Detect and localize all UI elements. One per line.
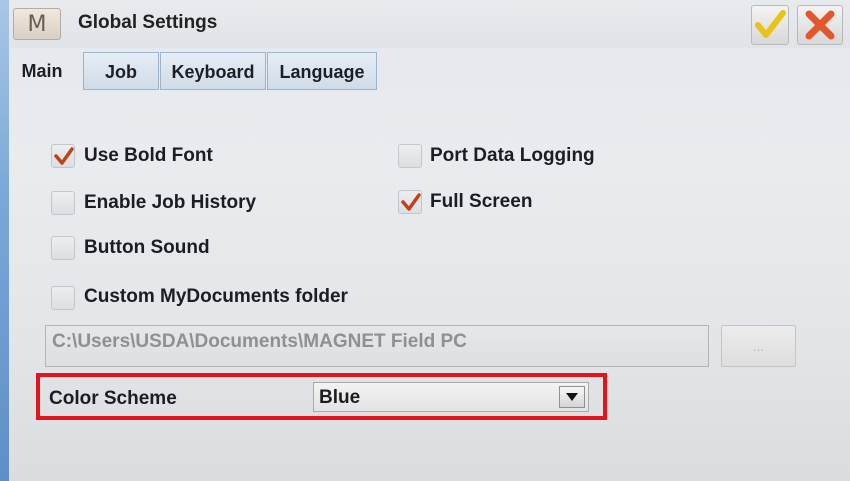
chevron-down-icon bbox=[566, 393, 578, 401]
enable-job-history-checkbox[interactable] bbox=[51, 191, 75, 215]
documents-path-field[interactable]: C:\Users\USDA\Documents\MAGNET Field PC bbox=[45, 325, 709, 367]
port-data-logging-label: Port Data Logging bbox=[430, 145, 595, 166]
custom-mydocuments-folder-checkbox[interactable] bbox=[51, 286, 75, 310]
dropdown-arrow-button[interactable] bbox=[559, 386, 585, 408]
left-edge-accent bbox=[0, 0, 9, 481]
color-scheme-label: Color Scheme bbox=[49, 388, 177, 409]
button-sound-label: Button Sound bbox=[84, 237, 210, 258]
app-logo-letter: M bbox=[27, 11, 47, 37]
button-sound-checkbox[interactable] bbox=[51, 236, 75, 260]
full-screen-checkbox[interactable] bbox=[398, 190, 422, 214]
ok-button[interactable] bbox=[751, 5, 789, 45]
checkmark-icon bbox=[401, 193, 421, 211]
use-bold-font-label: Use Bold Font bbox=[84, 145, 213, 166]
checkmark-icon bbox=[755, 10, 786, 38]
window-title: Global Settings bbox=[78, 12, 218, 33]
close-icon bbox=[805, 10, 835, 40]
tab-main[interactable]: Main bbox=[9, 52, 75, 90]
tab-language[interactable]: Language bbox=[267, 52, 377, 90]
color-scheme-value: Blue bbox=[319, 387, 361, 408]
color-scheme-select[interactable]: Blue bbox=[313, 382, 589, 412]
checkmark-icon bbox=[54, 147, 74, 165]
tab-job[interactable]: Job bbox=[83, 52, 159, 90]
enable-job-history-label: Enable Job History bbox=[84, 192, 257, 213]
custom-mydocuments-folder-label: Custom MyDocuments folder bbox=[84, 286, 348, 307]
use-bold-font-checkbox[interactable] bbox=[51, 144, 75, 168]
full-screen-label: Full Screen bbox=[430, 191, 533, 212]
browse-button[interactable]: ... bbox=[721, 325, 796, 367]
tab-keyboard[interactable]: Keyboard bbox=[160, 52, 266, 90]
close-button[interactable] bbox=[797, 5, 843, 45]
app-logo[interactable]: M bbox=[13, 8, 61, 40]
port-data-logging-checkbox[interactable] bbox=[398, 144, 422, 168]
